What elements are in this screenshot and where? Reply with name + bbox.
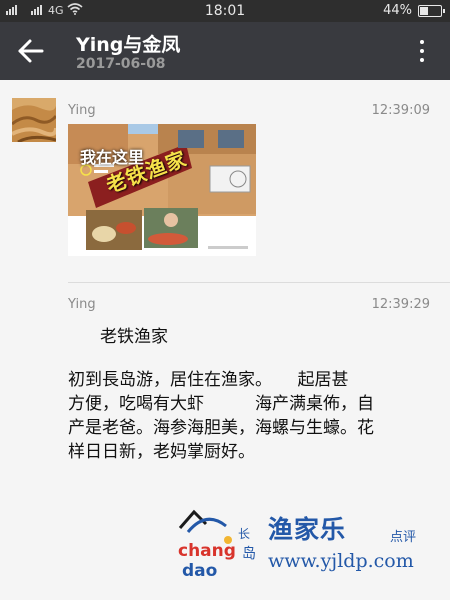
message-sender: Ying	[68, 103, 96, 118]
watermark-logo: chang dao 长 岛	[176, 504, 266, 584]
status-icons-right: 44%	[383, 3, 445, 18]
more-dot-icon	[420, 40, 424, 44]
chat-title: Ying与金凤	[76, 34, 181, 56]
message-photo[interactable]: 我在这里 老铁渔家	[68, 124, 256, 256]
watermark-brand: 渔家乐	[268, 515, 347, 544]
watermark-rate: 点评	[390, 530, 417, 545]
svg-text:岛: 岛	[242, 546, 256, 562]
avatar[interactable]	[12, 98, 56, 142]
back-button[interactable]	[14, 36, 48, 66]
svg-text:chang: chang	[178, 541, 236, 561]
svg-text:dao: dao	[182, 561, 217, 581]
more-options-button[interactable]	[412, 38, 432, 64]
status-bar: 4G 18:01 44%	[0, 0, 450, 22]
message-line: 样日日新，老妈掌厨好。	[68, 442, 255, 462]
message-line: 初到長岛游，居住在渔家。 起居甚	[68, 370, 349, 390]
battery-level	[420, 6, 429, 15]
message-time: 12:39:29	[371, 297, 430, 312]
message-line: 产是老爸。海参海胆美，海螺与生蠔。花	[68, 418, 374, 438]
battery-percent: 44%	[383, 3, 412, 18]
watermark-url: www.yjldp.com	[268, 550, 414, 572]
message-divider	[68, 282, 450, 283]
message-sender: Ying	[68, 297, 96, 312]
battery-icon	[418, 4, 445, 17]
message-body[interactable]: 初到長岛游，居住在渔家。 起居甚 方便，吃喝有大虾 海产满桌佈，自 产是老爸。海…	[68, 368, 424, 464]
chat-header: Ying与金凤 2017-06-08	[0, 22, 450, 80]
chat-date: 2017-06-08	[76, 56, 166, 72]
svg-text:长: 长	[238, 527, 250, 541]
message-time: 12:39:09	[371, 103, 430, 118]
more-dot-icon	[420, 49, 424, 53]
message-title: 老铁渔家	[100, 327, 168, 347]
arrow-left-icon	[18, 39, 44, 63]
more-dot-icon	[420, 58, 424, 62]
message-line: 方便，吃喝有大虾 海产满桌佈，自	[68, 394, 374, 414]
